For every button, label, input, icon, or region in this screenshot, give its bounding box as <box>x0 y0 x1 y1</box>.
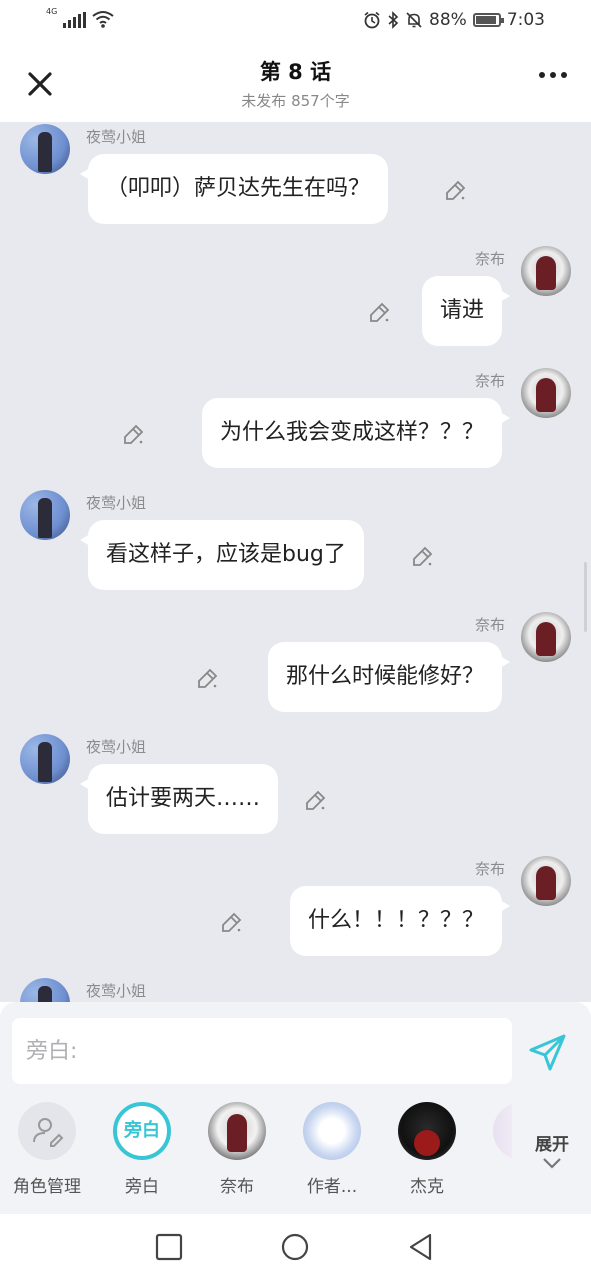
narration-input[interactable] <box>12 1018 512 1084</box>
role-avatar: 旁白 <box>113 1102 171 1160</box>
avatar[interactable] <box>521 246 571 296</box>
role-label: 作者... <box>306 1177 358 1197</box>
expand-label: 展开 <box>535 1135 569 1155</box>
expand-button[interactable]: 展开 <box>522 1130 582 1175</box>
role-narration[interactable]: 旁白 旁白 <box>97 1102 187 1197</box>
battery-icon <box>472 13 504 27</box>
signal-icon <box>63 12 87 28</box>
speaker-name: 夜莺小姐 <box>86 494 147 512</box>
alarm-icon <box>364 11 380 29</box>
avatar[interactable] <box>521 612 571 662</box>
speaker-name: 奈布 <box>474 616 505 634</box>
avatar[interactable] <box>521 368 571 418</box>
recent-apps-icon[interactable] <box>154 1232 184 1262</box>
status-right: 88% 7:03 <box>363 10 545 30</box>
role-label: 杰克 <box>410 1177 444 1197</box>
role-manage-button[interactable]: 角色管理 <box>2 1102 92 1197</box>
message-bubble[interactable]: 请进 <box>421 276 511 346</box>
avatar[interactable] <box>20 490 70 540</box>
clock: 7:03 <box>506 10 545 30</box>
role-avatar <box>303 1102 361 1160</box>
avatar[interactable] <box>521 856 571 906</box>
role-avatar <box>493 1102 512 1160</box>
user-edit-icon <box>33 1118 64 1147</box>
system-nav-bar <box>0 1214 591 1280</box>
battery-percent: 88% <box>429 10 467 30</box>
back-icon[interactable] <box>406 1232 436 1262</box>
avatar[interactable] <box>20 734 70 784</box>
role-label: 奈布 <box>220 1177 254 1197</box>
send-button[interactable] <box>526 1030 570 1074</box>
mute-icon <box>406 12 422 28</box>
role-partial[interactable]: 作 <box>477 1102 512 1197</box>
page-subtitle: 未发布 857个字 <box>241 92 350 110</box>
page-title: 第 8 话 <box>259 60 332 84</box>
edit-icon[interactable] <box>304 788 328 812</box>
role-author[interactable]: 作者... <box>287 1102 377 1197</box>
bluetooth-icon <box>388 11 399 29</box>
role-naib[interactable]: 奈布 <box>192 1102 282 1197</box>
role-selector: 角色管理 旁白 旁白 奈布 作者... 杰克 作 <box>0 1102 512 1202</box>
message-bubble[interactable]: 那什么时候能修好？ <box>267 642 511 712</box>
message-bubble[interactable]: （叩叩）萨贝达先生在吗？ <box>79 154 389 224</box>
role-avatar <box>208 1102 266 1160</box>
speaker-name: 奈布 <box>474 860 505 878</box>
role-label: 作 <box>477 1172 512 1197</box>
status-bar: 4G 88% 7:03 <box>0 0 591 44</box>
wifi-icon <box>92 11 114 28</box>
speaker-name: 奈布 <box>474 250 505 268</box>
network-type: 4G <box>46 7 58 16</box>
edit-icon[interactable] <box>122 422 146 446</box>
speaker-name: 夜莺小姐 <box>86 738 147 756</box>
more-options-button[interactable] <box>539 72 567 78</box>
edit-icon[interactable] <box>411 544 435 568</box>
composer-panel: 角色管理 旁白 旁白 奈布 作者... 杰克 作 展开 <box>0 1002 591 1214</box>
scrollbar[interactable] <box>584 562 587 632</box>
edit-icon[interactable] <box>220 910 244 934</box>
speaker-name: 夜莺小姐 <box>86 128 147 146</box>
message-bubble[interactable]: 为什么我会变成这样？？？ <box>201 398 511 468</box>
home-icon[interactable] <box>280 1232 310 1262</box>
avatar[interactable] <box>20 124 70 174</box>
speaker-name: 夜莺小姐 <box>86 982 147 1000</box>
role-label: 角色管理 <box>13 1177 81 1197</box>
app-header: 第 8 话 未发布 857个字 <box>0 44 591 122</box>
message-bubble[interactable]: 估计要两天…… <box>79 764 279 834</box>
send-icon <box>529 1034 566 1071</box>
edit-icon[interactable] <box>196 666 220 690</box>
message-bubble[interactable]: 看这样子，应该是bug了 <box>80 520 364 590</box>
role-jack[interactable]: 杰克 <box>382 1102 472 1197</box>
role-avatar <box>18 1102 76 1160</box>
message-bubble[interactable]: 什么！！！？？？ <box>289 886 511 956</box>
edit-icon[interactable] <box>444 178 468 202</box>
role-avatar <box>398 1102 456 1160</box>
role-label: 旁白 <box>125 1177 159 1197</box>
chat-area[interactable]: 夜莺小姐 （叩叩）萨贝达先生在吗？ 奈布 请进 奈布 为什么我会变成这样？？？ … <box>0 122 591 1002</box>
chevron-down-icon <box>543 1158 561 1169</box>
status-left: 4G <box>46 7 114 28</box>
avatar[interactable] <box>20 978 70 1002</box>
speaker-name: 奈布 <box>474 372 505 390</box>
edit-icon[interactable] <box>368 300 392 324</box>
